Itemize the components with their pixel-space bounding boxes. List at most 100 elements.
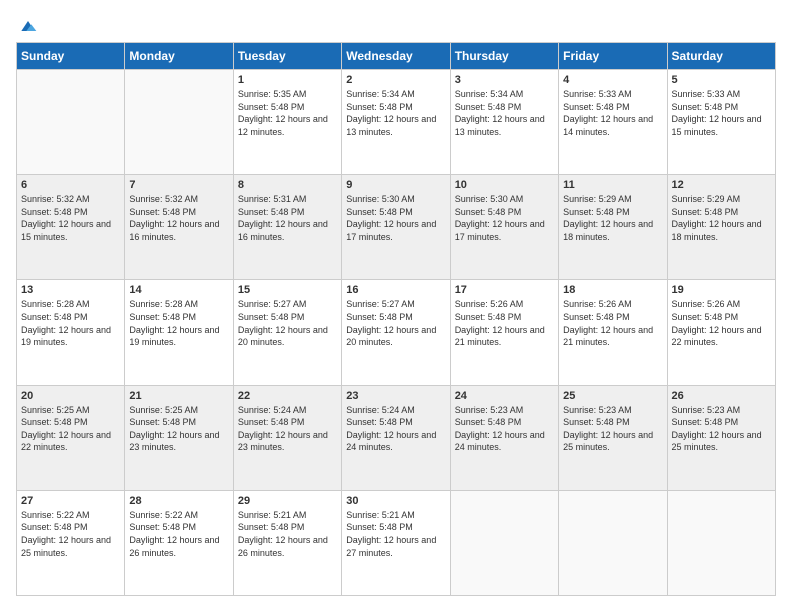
day-info: Sunrise: 5:28 AM Sunset: 5:48 PM Dayligh… bbox=[21, 298, 120, 348]
day-number: 11 bbox=[563, 179, 662, 191]
weekday-header-monday: Monday bbox=[125, 43, 233, 70]
day-number: 21 bbox=[129, 390, 228, 402]
calendar-cell: 9 Sunrise: 5:30 AM Sunset: 5:48 PM Daylig… bbox=[342, 175, 450, 280]
calendar-table: SundayMondayTuesdayWednesdayThursdayFrid… bbox=[16, 42, 776, 596]
day-info: Sunrise: 5:35 AM Sunset: 5:48 PM Dayligh… bbox=[238, 88, 337, 138]
day-number: 29 bbox=[238, 495, 337, 507]
day-number: 30 bbox=[346, 495, 445, 507]
day-info: Sunrise: 5:21 AM Sunset: 5:48 PM Dayligh… bbox=[238, 509, 337, 559]
day-number: 7 bbox=[129, 179, 228, 191]
calendar-cell: 14 Sunrise: 5:28 AM Sunset: 5:48 PM Dayli… bbox=[125, 280, 233, 385]
calendar-cell: 17Sunrise: 5:26 AM Sunset: 5:48 PM Dayli… bbox=[450, 280, 558, 385]
day-info: Sunrise: 5:29 AM Sunset: 5:48 PM Dayligh… bbox=[563, 193, 662, 243]
day-info: Sunrise: 5:22 AM Sunset: 5:48 PM Dayligh… bbox=[21, 509, 120, 559]
calendar-cell: 8 Sunrise: 5:31 AM Sunset: 5:48 PM Daylig… bbox=[233, 175, 341, 280]
calendar-cell: 28 Sunrise: 5:22 AM Sunset: 5:48 PM Dayli… bbox=[125, 490, 233, 595]
day-info: Sunrise: 5:31 AM Sunset: 5:48 PM Dayligh… bbox=[238, 193, 337, 243]
calendar-body: 1 Sunrise: 5:35 AM Sunset: 5:48 PM Daylig… bbox=[17, 70, 776, 596]
day-number: 20 bbox=[21, 390, 120, 402]
calendar-cell: 2 Sunrise: 5:34 AM Sunset: 5:48 PM Daylig… bbox=[342, 70, 450, 175]
calendar-cell: 29 Sunrise: 5:21 AM Sunset: 5:48 PM Dayli… bbox=[233, 490, 341, 595]
day-info: Sunrise: 5:30 AM Sunset: 5:48 PM Dayligh… bbox=[346, 193, 445, 243]
calendar-cell bbox=[667, 490, 775, 595]
calendar-week-row: 1 Sunrise: 5:35 AM Sunset: 5:48 PM Daylig… bbox=[17, 70, 776, 175]
day-number: 27 bbox=[21, 495, 120, 507]
day-info: Sunrise: 5:34 AM Sunset: 5:48 PM Dayligh… bbox=[346, 88, 445, 138]
day-number: 19 bbox=[672, 284, 771, 296]
calendar-cell: 30Sunrise: 5:21 AM Sunset: 5:48 PM Dayli… bbox=[342, 490, 450, 595]
calendar-cell bbox=[125, 70, 233, 175]
day-info: Sunrise: 5:25 AM Sunset: 5:48 PM Dayligh… bbox=[129, 404, 228, 454]
header bbox=[16, 16, 776, 32]
day-info: Sunrise: 5:24 AM Sunset: 5:48 PM Dayligh… bbox=[238, 404, 337, 454]
calendar-cell: 26 Sunrise: 5:23 AM Sunset: 5:48 PM Dayli… bbox=[667, 385, 775, 490]
calendar-cell: 23Sunrise: 5:24 AM Sunset: 5:48 PM Dayli… bbox=[342, 385, 450, 490]
weekday-header-saturday: Saturday bbox=[667, 43, 775, 70]
day-number: 23 bbox=[346, 390, 445, 402]
calendar-cell: 27 Sunrise: 5:22 AM Sunset: 5:48 PM Dayli… bbox=[17, 490, 125, 595]
calendar-week-row: 20 Sunrise: 5:25 AM Sunset: 5:48 PM Dayli… bbox=[17, 385, 776, 490]
day-number: 10 bbox=[455, 179, 554, 191]
calendar-week-row: 27 Sunrise: 5:22 AM Sunset: 5:48 PM Dayli… bbox=[17, 490, 776, 595]
calendar-cell bbox=[559, 490, 667, 595]
calendar-header: SundayMondayTuesdayWednesdayThursdayFrid… bbox=[17, 43, 776, 70]
calendar-cell: 20 Sunrise: 5:25 AM Sunset: 5:48 PM Dayli… bbox=[17, 385, 125, 490]
day-number: 12 bbox=[672, 179, 771, 191]
logo-icon bbox=[18, 16, 38, 36]
day-number: 8 bbox=[238, 179, 337, 191]
day-number: 2 bbox=[346, 74, 445, 86]
calendar-cell: 21 Sunrise: 5:25 AM Sunset: 5:48 PM Dayli… bbox=[125, 385, 233, 490]
day-info: Sunrise: 5:34 AM Sunset: 5:48 PM Dayligh… bbox=[455, 88, 554, 138]
day-info: Sunrise: 5:33 AM Sunset: 5:48 PM Dayligh… bbox=[672, 88, 771, 138]
day-number: 28 bbox=[129, 495, 228, 507]
day-number: 24 bbox=[455, 390, 554, 402]
calendar-week-row: 6Sunrise: 5:32 AM Sunset: 5:48 PM Daylig… bbox=[17, 175, 776, 280]
day-info: Sunrise: 5:33 AM Sunset: 5:48 PM Dayligh… bbox=[563, 88, 662, 138]
day-info: Sunrise: 5:28 AM Sunset: 5:48 PM Dayligh… bbox=[129, 298, 228, 348]
day-info: Sunrise: 5:26 AM Sunset: 5:48 PM Dayligh… bbox=[563, 298, 662, 348]
calendar-cell: 12Sunrise: 5:29 AM Sunset: 5:48 PM Dayli… bbox=[667, 175, 775, 280]
day-number: 25 bbox=[563, 390, 662, 402]
calendar-cell bbox=[17, 70, 125, 175]
calendar-cell: 16 Sunrise: 5:27 AM Sunset: 5:48 PM Dayli… bbox=[342, 280, 450, 385]
day-info: Sunrise: 5:23 AM Sunset: 5:48 PM Dayligh… bbox=[672, 404, 771, 454]
calendar-week-row: 13 Sunrise: 5:28 AM Sunset: 5:48 PM Dayli… bbox=[17, 280, 776, 385]
day-number: 3 bbox=[455, 74, 554, 86]
day-number: 4 bbox=[563, 74, 662, 86]
day-info: Sunrise: 5:27 AM Sunset: 5:48 PM Dayligh… bbox=[346, 298, 445, 348]
weekday-header-wednesday: Wednesday bbox=[342, 43, 450, 70]
calendar-cell: 6Sunrise: 5:32 AM Sunset: 5:48 PM Daylig… bbox=[17, 175, 125, 280]
calendar-cell: 22 Sunrise: 5:24 AM Sunset: 5:48 PM Dayli… bbox=[233, 385, 341, 490]
day-info: Sunrise: 5:26 AM Sunset: 5:48 PM Dayligh… bbox=[455, 298, 554, 348]
calendar-cell: 1 Sunrise: 5:35 AM Sunset: 5:48 PM Daylig… bbox=[233, 70, 341, 175]
calendar-cell: 19 Sunrise: 5:26 AM Sunset: 5:48 PM Dayli… bbox=[667, 280, 775, 385]
calendar-cell: 11 Sunrise: 5:29 AM Sunset: 5:48 PM Dayli… bbox=[559, 175, 667, 280]
calendar-cell: 15Sunrise: 5:27 AM Sunset: 5:48 PM Dayli… bbox=[233, 280, 341, 385]
day-number: 18 bbox=[563, 284, 662, 296]
day-info: Sunrise: 5:23 AM Sunset: 5:48 PM Dayligh… bbox=[455, 404, 554, 454]
day-info: Sunrise: 5:32 AM Sunset: 5:48 PM Dayligh… bbox=[21, 193, 120, 243]
calendar-cell: 7Sunrise: 5:32 AM Sunset: 5:48 PM Daylig… bbox=[125, 175, 233, 280]
day-info: Sunrise: 5:25 AM Sunset: 5:48 PM Dayligh… bbox=[21, 404, 120, 454]
day-info: Sunrise: 5:23 AM Sunset: 5:48 PM Dayligh… bbox=[563, 404, 662, 454]
calendar-cell: 5 Sunrise: 5:33 AM Sunset: 5:48 PM Daylig… bbox=[667, 70, 775, 175]
day-number: 14 bbox=[129, 284, 228, 296]
calendar-cell: 18 Sunrise: 5:26 AM Sunset: 5:48 PM Dayli… bbox=[559, 280, 667, 385]
day-number: 16 bbox=[346, 284, 445, 296]
day-number: 13 bbox=[21, 284, 120, 296]
calendar-cell: 3 Sunrise: 5:34 AM Sunset: 5:48 PM Daylig… bbox=[450, 70, 558, 175]
day-number: 9 bbox=[346, 179, 445, 191]
calendar-cell: 10Sunrise: 5:30 AM Sunset: 5:48 PM Dayli… bbox=[450, 175, 558, 280]
day-number: 22 bbox=[238, 390, 337, 402]
day-number: 26 bbox=[672, 390, 771, 402]
day-info: Sunrise: 5:22 AM Sunset: 5:48 PM Dayligh… bbox=[129, 509, 228, 559]
day-info: Sunrise: 5:26 AM Sunset: 5:48 PM Dayligh… bbox=[672, 298, 771, 348]
day-number: 15 bbox=[238, 284, 337, 296]
day-number: 1 bbox=[238, 74, 337, 86]
page: SundayMondayTuesdayWednesdayThursdayFrid… bbox=[0, 0, 792, 612]
day-number: 5 bbox=[672, 74, 771, 86]
logo bbox=[16, 16, 38, 32]
weekday-header-row: SundayMondayTuesdayWednesdayThursdayFrid… bbox=[17, 43, 776, 70]
weekday-header-friday: Friday bbox=[559, 43, 667, 70]
weekday-header-thursday: Thursday bbox=[450, 43, 558, 70]
